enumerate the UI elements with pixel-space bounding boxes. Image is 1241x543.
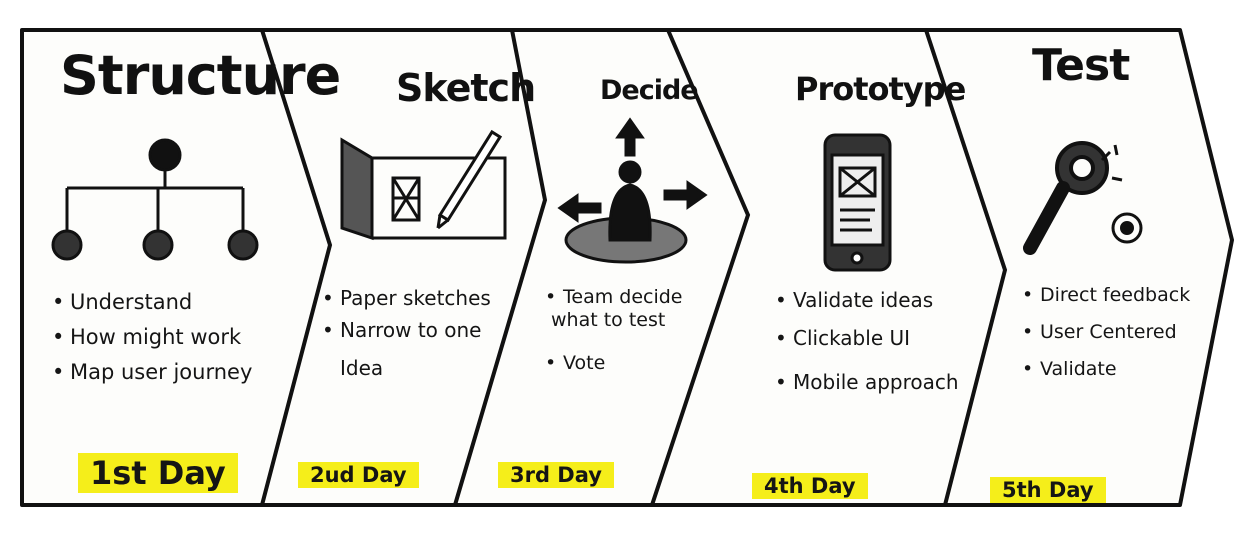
day-label-4: 4th Day bbox=[752, 473, 868, 500]
bullet-list-sketch: Paper sketches Narrow to one Idea bbox=[322, 286, 491, 380]
list-item: Validate ideas bbox=[775, 288, 959, 312]
list-item: Map user journey bbox=[52, 360, 252, 385]
list-item: Narrow to one bbox=[322, 318, 491, 342]
list-item: Idea bbox=[340, 356, 384, 380]
list-item: what to test bbox=[551, 308, 666, 331]
bullet-list-prototype: Validate ideas Clickable UI Mobile appro… bbox=[775, 288, 959, 394]
sprint-process-diagram: Structure Understand How might work Map … bbox=[0, 0, 1241, 543]
bullet-list-decide: Team decide what to test Vote bbox=[545, 286, 682, 374]
stage-title-decide: Decide bbox=[600, 75, 699, 106]
list-item: Understand bbox=[52, 290, 252, 315]
list-item: Paper sketches bbox=[322, 286, 491, 310]
stage-title-test: Test bbox=[1032, 40, 1130, 91]
stage-title-structure: Structure bbox=[60, 44, 341, 107]
day-label-2: 2ud Day bbox=[298, 462, 419, 489]
mobile-wireframe-icon bbox=[823, 133, 892, 272]
day-label-3: 3rd Day bbox=[498, 462, 614, 489]
list-item: Direct feedback bbox=[1022, 284, 1190, 307]
stage-title-sketch: Sketch bbox=[396, 66, 536, 110]
list-item: How might work bbox=[52, 325, 252, 350]
list-item: Validate bbox=[1022, 358, 1190, 381]
list-item: Vote bbox=[545, 352, 682, 375]
day-label-5: 5th Day bbox=[990, 477, 1106, 504]
list-item: Mobile approach bbox=[775, 370, 959, 394]
day-label-1: 1st Day bbox=[78, 453, 238, 493]
list-item: User Centered bbox=[1022, 321, 1190, 344]
list-item: Clickable UI bbox=[775, 326, 959, 350]
bullet-list-structure: Understand How might work Map user journ… bbox=[52, 290, 252, 386]
list-item: Team decide bbox=[545, 286, 682, 309]
stage-title-prototype: Prototype bbox=[795, 70, 966, 108]
bullet-list-test: Direct feedback User Centered Validate bbox=[1022, 284, 1190, 380]
